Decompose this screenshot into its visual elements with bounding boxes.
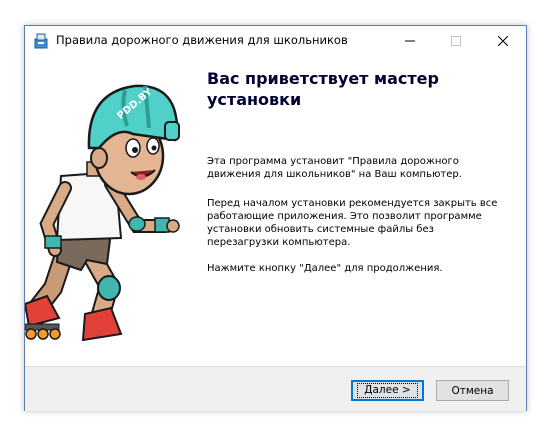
minimize-button[interactable] <box>387 26 433 56</box>
close-icon <box>498 36 508 46</box>
minimize-icon <box>405 40 415 42</box>
installer-icon <box>33 33 49 49</box>
page-heading: Вас приветствует мастер установки <box>207 69 439 109</box>
installer-window: Правила дорожного движения для школьнико… <box>23 25 527 411</box>
boy-rollerblading-illustration: PDD.BY <box>23 56 189 342</box>
intro-text: Эта программа установит "Правила дорожно… <box>207 156 462 180</box>
next-button-label: Далее > <box>357 383 418 398</box>
close-button[interactable] <box>480 26 526 56</box>
maximize-icon <box>451 36 461 46</box>
advice-text: Перед началом установки рекомендуется за… <box>207 198 498 248</box>
window-title: Правила дорожного движения для школьнико… <box>56 33 348 47</box>
maximize-button <box>433 26 479 56</box>
continue-hint: Нажмите кнопку "Далее" для продолжения. <box>207 263 443 274</box>
title-bar[interactable]: Правила дорожного движения для школьнико… <box>25 26 526 56</box>
button-bar: Далее > Отмена <box>25 366 526 411</box>
cancel-button[interactable]: Отмена <box>436 380 509 401</box>
next-button[interactable]: Далее > <box>351 380 424 401</box>
welcome-page: PDD.BY Вас приветствует мастер установки… <box>23 56 526 366</box>
